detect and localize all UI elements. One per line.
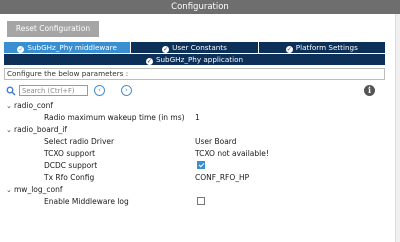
search-toolbar: ‹ › i [4, 85, 385, 97]
param-value: TCXO not available! [195, 149, 269, 158]
check-circle-icon: ✓ [145, 58, 153, 65]
param-row[interactable]: TCXO support TCXO not available! [44, 148, 394, 159]
tab-subghz-phy-middleware[interactable]: ✓ SubGHz_Phy middleware [4, 42, 132, 53]
param-row[interactable]: Enable Middleware log [44, 196, 394, 207]
param-name: Enable Middleware log [44, 197, 129, 206]
group-radio-conf[interactable]: ⌄ radio_conf [6, 100, 53, 111]
param-row[interactable]: DCDC support [44, 160, 394, 171]
check-circle-icon: ✓ [17, 46, 25, 53]
group-label: radio_conf [14, 101, 53, 110]
tab-bar-secondary: ✓ SubGHz_Phy application [4, 54, 385, 65]
search-previous-button[interactable]: ‹ [94, 85, 105, 96]
tab-label: SubGHz_Phy application [155, 55, 244, 64]
scrollbar[interactable] [395, 14, 400, 242]
param-value: User Board [195, 137, 237, 146]
group-radio-board-if[interactable]: ⌄ radio_board_if [6, 124, 67, 135]
param-row[interactable]: Tx Rfo Config CONF_RFO_HP [44, 172, 394, 183]
tab-label: SubGHz_Phy middleware [27, 43, 117, 52]
search-icon [6, 86, 16, 96]
reset-configuration-button[interactable]: Reset Configuration [7, 21, 99, 37]
group-label: radio_board_if [14, 125, 67, 134]
check-circle-icon: ✓ [285, 46, 293, 53]
search-next-button[interactable]: › [121, 85, 132, 96]
chevron-down-icon: ⌄ [6, 126, 12, 134]
chevron-left-icon: ‹ [98, 86, 101, 94]
tab-bar-primary: ✓ SubGHz_Phy middleware ✓ User Constants ✓… [4, 42, 385, 53]
dcdc-support-checkbox[interactable] [197, 161, 205, 169]
param-name: DCDC support [44, 161, 98, 170]
param-name: Radio maximum wakeup time (in ms) [44, 113, 185, 122]
tab-label: Platform Settings [295, 43, 358, 52]
window-title: Configuration [0, 0, 400, 14]
param-name: Tx Rfo Config [44, 173, 95, 182]
info-icon[interactable]: i [364, 85, 375, 96]
check-circle-icon: ✓ [162, 46, 170, 53]
tab-label: User Constants [172, 43, 227, 52]
param-name: Select radio Driver [44, 137, 115, 146]
tab-platform-settings[interactable]: ✓ Platform Settings [259, 42, 385, 53]
configure-parameters-label: Configure the below parameters : [4, 68, 385, 80]
chevron-right-icon: › [125, 86, 128, 94]
chevron-down-icon: ⌄ [6, 186, 12, 194]
param-value: 1 [195, 113, 200, 122]
group-label: mw_log_conf [14, 185, 63, 194]
tab-user-constants[interactable]: ✓ User Constants [131, 42, 259, 53]
param-row[interactable]: Select radio Driver User Board [44, 136, 394, 147]
search-input[interactable] [19, 85, 88, 96]
param-row[interactable]: Radio maximum wakeup time (in ms) 1 [44, 112, 394, 123]
param-value: CONF_RFO_HP [195, 173, 250, 182]
tab-subghz-phy-application[interactable]: ✓ SubGHz_Phy application [4, 54, 385, 65]
param-name: TCXO support [44, 149, 96, 158]
chevron-down-icon: ⌄ [6, 102, 12, 110]
group-mw-log-conf[interactable]: ⌄ mw_log_conf [6, 184, 62, 195]
enable-middleware-log-checkbox[interactable] [197, 197, 205, 205]
